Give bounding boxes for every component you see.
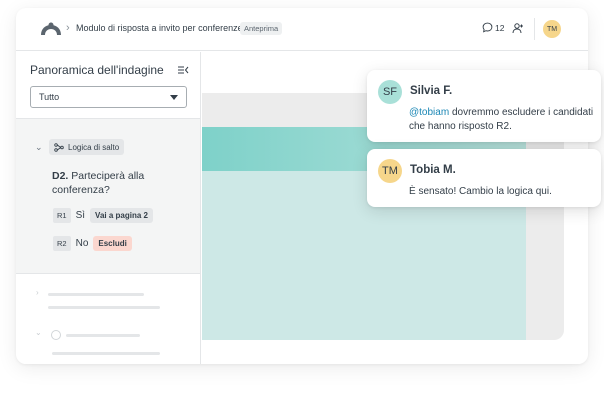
survey-title[interactable]: Modulo di risposta a invito per conferen… [76,23,243,33]
chevron-down-icon[interactable]: ⌄ [35,142,43,153]
skip-logic-label: Logica di salto [68,142,120,152]
comment-card[interactable]: TM Tobia M. È sensato! Cambio la logica … [367,149,601,207]
question-title[interactable]: D2. Parteciperà alla conferenza? [52,169,192,197]
answer-row[interactable]: R1 Sì Vai a pagina 2 [53,208,153,223]
answer-action-badge: Vai a pagina 2 [90,208,153,223]
survey-overview-sidebar: Panoramica dell'indagine Tutto ⌄ Logica … [16,52,201,364]
commenter-name: Tobia M. [410,164,456,176]
commenter-initials: SF [382,86,398,98]
chevron-right-icon[interactable]: › [36,288,39,297]
comment-icon [482,22,493,33]
breadcrumb-chevron-icon: › [66,22,70,34]
answer-row[interactable]: R2 No Escludi [53,236,132,251]
placeholder-line [48,306,160,309]
top-bar: › Modulo di risposta a invito per confer… [16,8,588,51]
chevron-down-icon[interactable]: ⌄ [35,328,42,337]
skip-logic-pill[interactable]: Logica di salto [49,139,125,155]
answer-label: No [75,238,89,249]
user-mention[interactable]: @tobiam [409,107,449,118]
placeholder-line [66,334,140,337]
comment-text: È sensato! Cambio la logica qui. [409,185,594,199]
comments-button[interactable]: 12 [482,22,504,33]
header-divider [534,18,535,40]
commenter-name: Silvia F. [410,85,453,97]
question-number: D2. [52,170,69,182]
commenter-avatar: SF [378,80,402,104]
sidebar-title: Panoramica dell'indagine [30,63,164,77]
comment-body: È sensato! Cambio la logica qui. [409,186,552,197]
collapse-sidebar-icon[interactable] [177,64,189,76]
branch-icon [54,142,64,152]
comment-count: 12 [495,22,505,33]
commenter-avatar: TM [378,159,402,183]
add-user-icon[interactable] [512,22,524,34]
answer-action-badge: Escludi [93,236,132,251]
comment-text: @tobiam dovremmo escludere i candidati c… [409,106,594,134]
user-avatar[interactable]: TM [543,20,561,38]
answer-label: Sì [75,210,86,221]
placeholder-circle-icon [51,330,61,340]
answer-code: R2 [53,236,71,251]
answer-code: R1 [53,208,71,223]
filter-select-value: Tutto [39,92,60,102]
brand-logo-icon[interactable] [40,21,62,37]
comment-card[interactable]: SF Silvia F. @tobiam dovremmo escludere … [367,70,601,142]
caret-down-icon [170,95,178,100]
commenter-initials: TM [382,165,398,177]
placeholder-line [48,293,144,296]
preview-badge: Anteprima [240,22,283,35]
question-section-expanded: ⌄ Logica di salto D2. Parteciperà alla c… [16,118,200,274]
filter-select[interactable]: Tutto [30,86,187,108]
placeholder-line [52,352,160,355]
